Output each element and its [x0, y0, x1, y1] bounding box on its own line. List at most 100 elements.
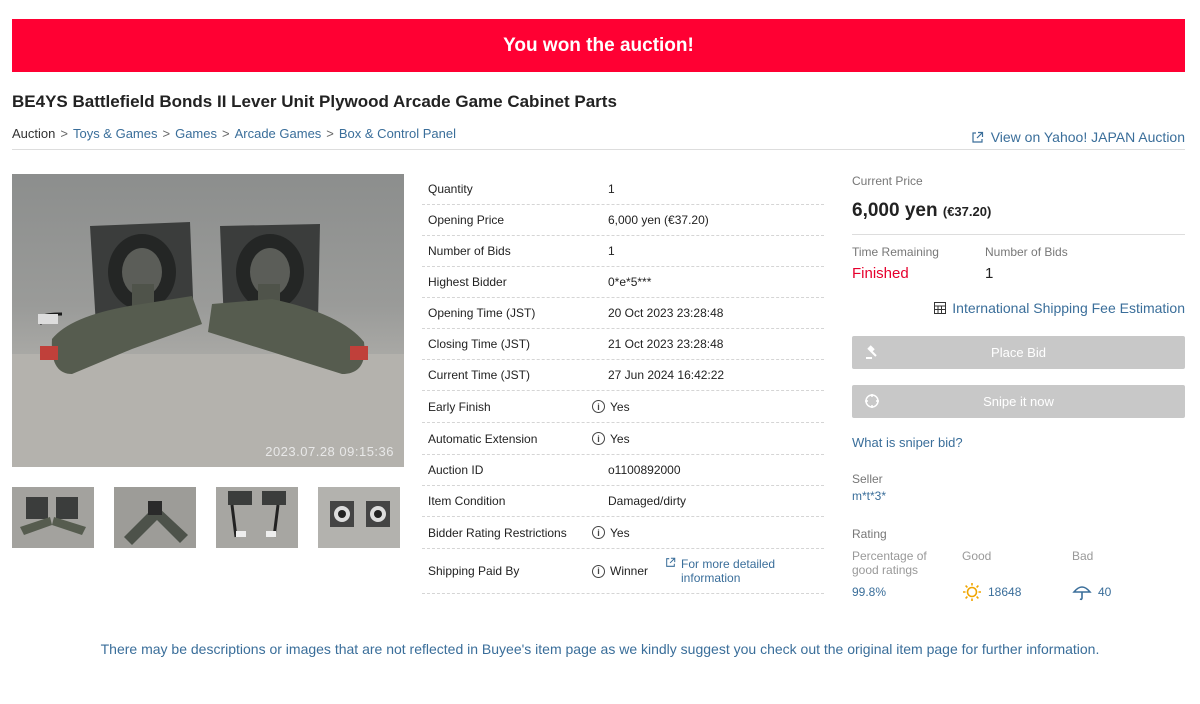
place-bid-button[interactable]: Place Bid [852, 336, 1185, 369]
breadcrumb-root: Auction [12, 126, 56, 141]
info-icon[interactable]: i [592, 526, 605, 539]
detail-value: Yes [610, 525, 630, 540]
breadcrumb-separator: > [222, 126, 230, 141]
what-is-sniper-bid-link[interactable]: What is sniper bid? [852, 435, 963, 450]
good-rating[interactable]: 18648 [962, 582, 1072, 602]
detail-row-quantity: Quantity 1 [422, 174, 824, 205]
external-link-icon [972, 131, 983, 143]
crosshair-icon [864, 393, 880, 412]
good-percentage-label: Percentage of good ratings [852, 549, 927, 577]
detail-value: 20 Oct 2023 23:28:48 [608, 306, 724, 320]
detail-value: 1 [608, 244, 615, 258]
thumbnail-2[interactable] [114, 487, 196, 548]
number-of-bids-value: 1 [985, 265, 994, 282]
place-bid-label: Place Bid [991, 345, 1046, 360]
detail-row-highest-bidder: Highest Bidder 0*e*5*** [422, 267, 824, 298]
detail-label: Number of Bids [428, 244, 511, 258]
breadcrumb-separator: > [326, 126, 334, 141]
detail-label: Opening Time (JST) [428, 306, 536, 320]
external-link-icon [666, 557, 676, 567]
thumbnail-4[interactable] [318, 487, 400, 548]
bad-rating[interactable]: 40 [1072, 582, 1111, 602]
seller-label: Seller [852, 472, 883, 486]
detail-row-opening-time: Opening Time (JST) 20 Oct 2023 23:28:48 [422, 298, 824, 329]
detail-row-auction-id: Auction ID o1100892000 [422, 455, 824, 486]
rating-label: Rating [852, 527, 887, 541]
lever-units-image [12, 222, 404, 467]
snipe-it-now-button[interactable]: Snipe it now [852, 385, 1185, 418]
shipping-fee-estimation-link[interactable]: International Shipping Fee Estimation [852, 300, 1185, 316]
detail-value: Winner [610, 564, 649, 578]
detail-row-bidder-rating-restrictions: Bidder Rating Restrictions i Yes [422, 517, 824, 549]
detail-row-current-time: Current Time (JST) 27 Jun 2024 16:42:22 [422, 360, 824, 391]
detail-value: 1 [608, 182, 615, 196]
auction-details-table: Quantity 1 Opening Price 6,000 yen (€37.… [422, 174, 824, 594]
info-icon[interactable]: i [592, 432, 605, 445]
time-remaining-value: Finished [852, 265, 909, 282]
bad-rating-count: 40 [1098, 585, 1112, 599]
breadcrumb-arcade-games[interactable]: Arcade Games [235, 126, 322, 141]
good-rating-count: 18648 [988, 585, 1022, 599]
seller-name[interactable]: m*t*3* [852, 489, 1185, 503]
info-icon[interactable]: i [592, 564, 605, 578]
photo-timestamp: 2023.07.28 09:15:36 [265, 444, 394, 459]
detail-row-early-finish: Early Finish i Yes [422, 391, 824, 423]
disclaimer-notice: There may be descriptions or images that… [100, 641, 1100, 657]
breadcrumb-separator: > [60, 126, 68, 141]
detail-label: Automatic Extension [428, 431, 538, 446]
detail-label: Opening Price [428, 213, 505, 227]
bid-panel: Current Price 6,000 yen (€37.20) Time Re… [852, 174, 1185, 602]
thumbnail-3[interactable] [216, 487, 298, 548]
detail-value: 6,000 yen (€37.20) [608, 213, 709, 227]
good-percentage-value: 99.8% [852, 585, 887, 599]
more-detailed-info-link[interactable]: For more detailed information [665, 557, 796, 585]
view-on-yahoo-label: View on Yahoo! JAPAN Auction [990, 129, 1185, 145]
gavel-icon [864, 344, 880, 363]
breadcrumb-separator: > [162, 126, 171, 141]
time-remaining-label: Time Remaining [852, 245, 939, 259]
detail-value: 21 Oct 2023 23:28:48 [608, 337, 724, 351]
snipe-it-now-label: Snipe it now [983, 394, 1054, 409]
detail-value: o1100892000 [608, 463, 681, 477]
thumbnail-1[interactable] [12, 487, 94, 548]
detail-value: Yes [610, 431, 630, 446]
item-title: BE4YS Battlefield Bonds II Lever Unit Pl… [12, 92, 617, 111]
won-banner: You won the auction! [12, 19, 1185, 72]
current-price-label: Current Price [852, 174, 923, 188]
detail-row-number-of-bids: Number of Bids 1 [422, 236, 824, 267]
header-divider [12, 149, 1185, 150]
view-on-yahoo-link[interactable]: View on Yahoo! JAPAN Auction [971, 129, 1185, 145]
detail-value: Yes [610, 399, 630, 414]
rating-headers: Percentage of good ratings Good Bad [852, 549, 1185, 577]
detail-row-opening-price: Opening Price 6,000 yen (€37.20) [422, 205, 824, 236]
umbrella-icon [1072, 586, 1092, 601]
detail-label: Item Condition [428, 494, 506, 508]
good-label: Good [962, 549, 992, 563]
detail-label: Shipping Paid By [428, 564, 520, 578]
calculator-icon [934, 302, 947, 314]
sun-icon [963, 583, 981, 601]
detail-row-closing-time: Closing Time (JST) 21 Oct 2023 23:28:48 [422, 329, 824, 360]
rating-values: 99.8% 18648 40 [852, 582, 1185, 602]
detail-label: Early Finish [428, 399, 491, 414]
detail-value: 27 Jun 2024 16:42:22 [608, 368, 725, 382]
info-icon[interactable]: i [592, 400, 605, 413]
current-price: 6,000 yen (€37.20) [852, 200, 1185, 222]
detail-value: 0*e*5*** [608, 275, 652, 289]
bad-label: Bad [1072, 549, 1094, 563]
status-row: Time Remaining Finished Number of Bids 1 [852, 245, 1185, 282]
shipping-fee-estimation-label: International Shipping Fee Estimation [952, 300, 1185, 316]
breadcrumb-toys-games[interactable]: Toys & Games [73, 126, 158, 141]
detail-value: Damaged/dirty [608, 494, 687, 508]
detail-label: Quantity [428, 182, 473, 196]
more-detailed-info-label: For more detailed information [681, 557, 776, 585]
detail-row-automatic-extension: Automatic Extension i Yes [422, 423, 824, 455]
main-item-photo[interactable]: 2023.07.28 09:15:36 [12, 174, 404, 467]
breadcrumb-box-control-panel[interactable]: Box & Control Panel [339, 126, 456, 141]
breadcrumb-games[interactable]: Games [175, 126, 217, 141]
detail-label: Highest Bidder [428, 275, 507, 289]
detail-label: Auction ID [428, 463, 484, 477]
number-of-bids-label: Number of Bids [985, 245, 1068, 259]
thumbnail-strip [12, 487, 400, 548]
won-banner-text: You won the auction! [503, 34, 694, 56]
